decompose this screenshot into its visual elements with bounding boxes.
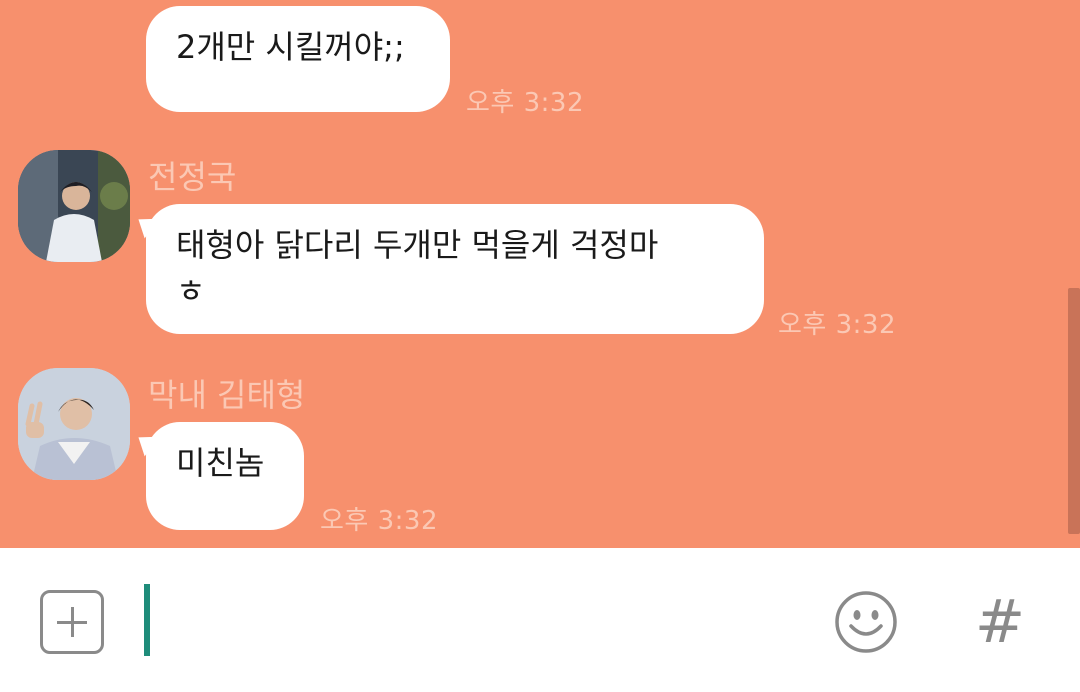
hashtag-button[interactable]: # [968, 586, 1032, 658]
message-timestamp: 오후 3:32 [778, 310, 896, 340]
message-bubble[interactable]: 미친놈 [146, 422, 304, 530]
message-timestamp: 오후 3:32 [320, 506, 438, 536]
avatar-jungkook[interactable] [18, 150, 130, 262]
message-bubble[interactable]: 태형아 닭다리 두개만 먹을게 걱정마 ㅎ [146, 204, 764, 334]
plus-square-icon[interactable] [40, 590, 104, 654]
chat-area[interactable]: 2개만 시킬꺼야;; 오후 3:32 전정국 태형아 닭다리 두개만 먹을게 걱… [0, 0, 1080, 548]
smiley-icon[interactable] [834, 590, 898, 654]
sender-name: 막내 김태형 [148, 376, 306, 414]
scrollbar[interactable] [1068, 288, 1080, 534]
input-bar: # [0, 548, 1080, 692]
avatar-taehyung[interactable] [18, 368, 130, 480]
sender-name: 전정국 [148, 158, 237, 196]
message-timestamp: 오후 3:32 [466, 88, 584, 118]
text-cursor [144, 584, 150, 656]
message-input[interactable] [152, 578, 806, 664]
message-bubble[interactable]: 2개만 시킬꺼야;; [146, 6, 450, 112]
